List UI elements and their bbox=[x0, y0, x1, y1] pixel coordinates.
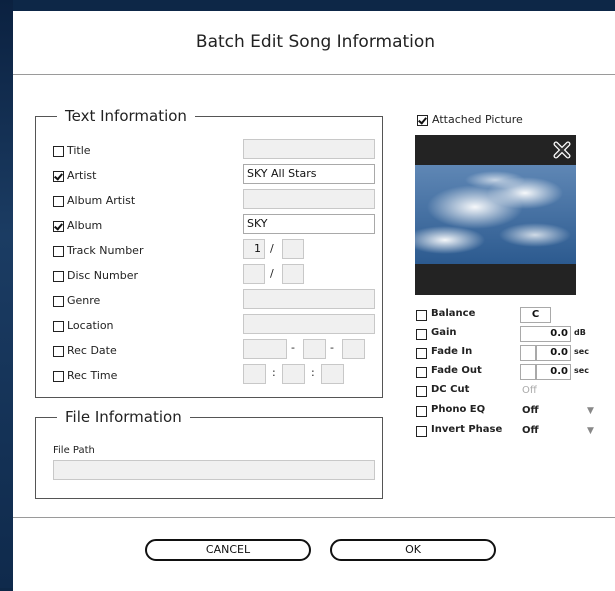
rec-time-minute-field[interactable] bbox=[282, 364, 305, 384]
gain-checkbox[interactable] bbox=[416, 329, 427, 340]
invert-phase-value[interactable]: Off bbox=[522, 425, 539, 436]
attached-picture-checkbox[interactable] bbox=[417, 115, 428, 126]
rec-time-label: Rec Time bbox=[67, 369, 118, 382]
batch-edit-dialog: Batch Edit Song Information Text Informa… bbox=[13, 11, 615, 591]
phono-eq-value[interactable]: Off bbox=[522, 405, 539, 416]
fade-out-label: Fade Out bbox=[431, 365, 482, 376]
disc-total-field[interactable] bbox=[282, 264, 304, 284]
cloud-photo bbox=[415, 135, 576, 295]
fade-out-toggle[interactable] bbox=[520, 364, 536, 380]
rec-time-separator-2: : bbox=[311, 366, 315, 379]
rec-time-second-field[interactable] bbox=[321, 364, 344, 384]
text-information-group: Text Information Title Artist SKY All St… bbox=[35, 106, 383, 398]
title-checkbox[interactable] bbox=[53, 146, 64, 157]
rec-date-month-field[interactable] bbox=[303, 339, 326, 359]
genre-checkbox[interactable] bbox=[53, 296, 64, 307]
invert-phase-label: Invert Phase bbox=[431, 424, 503, 435]
track-total-field[interactable] bbox=[282, 239, 304, 259]
cancel-button[interactable]: CANCEL bbox=[145, 539, 311, 561]
dc-cut-checkbox[interactable] bbox=[416, 386, 427, 397]
album-artist-checkbox[interactable] bbox=[53, 196, 64, 207]
dialog-title: Batch Edit Song Information bbox=[195, 32, 436, 52]
file-path-label: File Path bbox=[53, 445, 95, 456]
album-artist-field[interactable] bbox=[243, 189, 375, 209]
phono-eq-dropdown-icon[interactable]: ▼ bbox=[587, 406, 594, 416]
disc-number-checkbox[interactable] bbox=[53, 271, 64, 282]
rec-date-label: Rec Date bbox=[67, 344, 117, 357]
rec-date-day-field[interactable] bbox=[342, 339, 365, 359]
fade-in-unit: sec bbox=[574, 347, 589, 356]
rec-date-checkbox[interactable] bbox=[53, 346, 64, 357]
artist-checkbox[interactable] bbox=[53, 171, 64, 182]
fade-out-checkbox[interactable] bbox=[416, 367, 427, 378]
footer-divider bbox=[13, 517, 615, 518]
track-number-checkbox[interactable] bbox=[53, 246, 64, 257]
dc-cut-value: Off bbox=[522, 385, 537, 396]
track-number-field[interactable]: 1 bbox=[243, 239, 265, 259]
balance-label: Balance bbox=[431, 308, 476, 319]
album-checkbox[interactable] bbox=[53, 221, 64, 232]
fade-in-field[interactable]: 0.0 bbox=[536, 345, 571, 361]
artist-label: Artist bbox=[67, 169, 97, 182]
disc-number-label: Disc Number bbox=[67, 269, 138, 282]
phono-eq-label: Phono EQ bbox=[431, 404, 486, 415]
rec-date-separator-1: - bbox=[291, 341, 295, 354]
attached-picture-label: Attached Picture bbox=[432, 113, 523, 126]
artist-field[interactable]: SKY All Stars bbox=[243, 164, 375, 184]
invert-phase-dropdown-icon[interactable]: ▼ bbox=[587, 426, 594, 436]
close-x-icon[interactable] bbox=[553, 141, 571, 159]
ok-button[interactable]: OK bbox=[330, 539, 496, 561]
fade-out-field[interactable]: 0.0 bbox=[536, 364, 571, 380]
album-art-image[interactable] bbox=[415, 135, 576, 295]
title-field[interactable] bbox=[243, 139, 375, 159]
text-information-legend: Text Information bbox=[57, 106, 195, 126]
dc-cut-label: DC Cut bbox=[431, 384, 470, 395]
gain-unit: dB bbox=[574, 328, 586, 337]
title-divider bbox=[13, 74, 615, 75]
track-number-label: Track Number bbox=[67, 244, 144, 257]
track-separator: / bbox=[270, 242, 274, 255]
album-label: Album bbox=[67, 219, 103, 232]
desktop-background bbox=[0, 0, 13, 588]
title-label: Title bbox=[67, 144, 91, 157]
genre-field[interactable] bbox=[243, 289, 375, 309]
file-path-field[interactable] bbox=[53, 460, 375, 480]
balance-field[interactable]: C bbox=[520, 307, 551, 323]
gain-label: Gain bbox=[431, 327, 457, 338]
genre-label: Genre bbox=[67, 294, 101, 307]
location-checkbox[interactable] bbox=[53, 321, 64, 332]
file-information-legend: File Information bbox=[57, 407, 190, 427]
album-artist-label: Album Artist bbox=[67, 194, 136, 207]
location-field[interactable] bbox=[243, 314, 375, 334]
album-field[interactable]: SKY bbox=[243, 214, 375, 234]
rec-date-separator-2: - bbox=[330, 341, 334, 354]
location-label: Location bbox=[67, 319, 114, 332]
rec-time-checkbox[interactable] bbox=[53, 371, 64, 382]
fade-out-unit: sec bbox=[574, 366, 589, 375]
gain-field[interactable]: 0.0 bbox=[520, 326, 571, 342]
rec-time-separator-1: : bbox=[272, 366, 276, 379]
balance-checkbox[interactable] bbox=[416, 310, 427, 321]
fade-in-label: Fade In bbox=[431, 346, 473, 357]
disc-number-field[interactable] bbox=[243, 264, 265, 284]
rec-date-year-field[interactable] bbox=[243, 339, 287, 359]
file-information-group: File Information File Path bbox=[35, 407, 383, 499]
fade-in-toggle[interactable] bbox=[520, 345, 536, 361]
fade-in-checkbox[interactable] bbox=[416, 348, 427, 359]
invert-phase-checkbox[interactable] bbox=[416, 426, 427, 437]
rec-time-hour-field[interactable] bbox=[243, 364, 266, 384]
disc-separator: / bbox=[270, 267, 274, 280]
phono-eq-checkbox[interactable] bbox=[416, 406, 427, 417]
